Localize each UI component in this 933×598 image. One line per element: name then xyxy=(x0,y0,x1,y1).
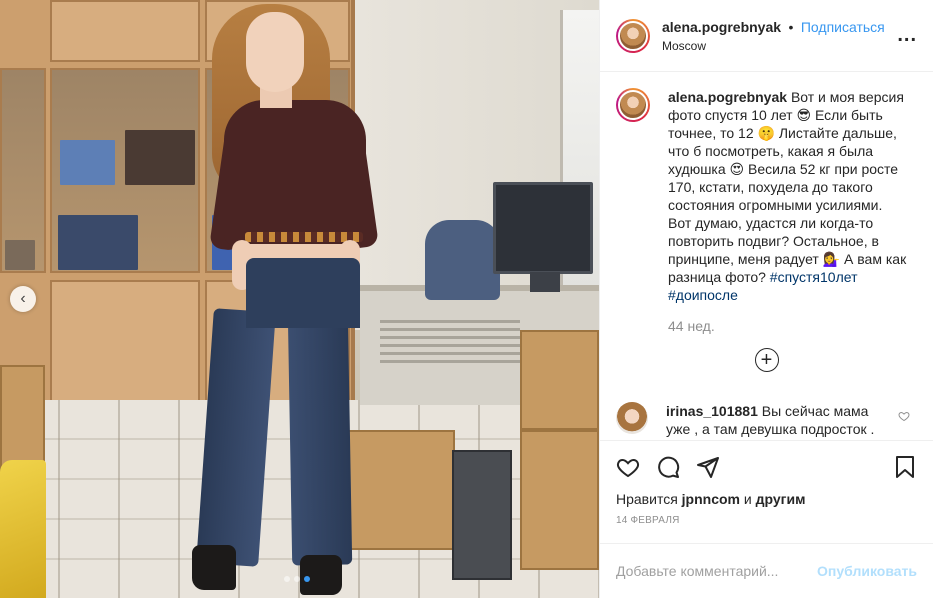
comment-icon[interactable] xyxy=(656,455,680,479)
action-bar xyxy=(616,441,917,479)
post-header: alena.pogrebnyak • Подписаться Moscow ..… xyxy=(600,0,933,72)
liker-username[interactable]: jpnncom xyxy=(682,491,740,507)
cabinet-door xyxy=(50,280,200,408)
post-age: 44 нед. xyxy=(668,318,715,334)
monitor-stand xyxy=(530,272,560,292)
caption-body: alena.pogrebnyak Вот и моя версия фото с… xyxy=(668,88,908,304)
caption: alena.pogrebnyak Вот и моя версия фото с… xyxy=(616,88,917,304)
person-jeans xyxy=(246,258,360,328)
monitor-on-floor xyxy=(452,450,512,580)
desk-vent xyxy=(380,320,520,365)
likes-connector: и xyxy=(743,491,752,507)
carousel-indicators xyxy=(284,576,310,582)
post-sidebar: alena.pogrebnyak • Подписаться Moscow ..… xyxy=(599,0,933,598)
cardboard-box xyxy=(520,330,599,430)
likes-prefix: Нравится xyxy=(616,491,678,507)
more-options-icon[interactable]: ... xyxy=(897,24,917,47)
commenter-username[interactable]: irinas_101881 xyxy=(666,403,758,419)
cardboard-box xyxy=(520,430,599,570)
post-actions: Нравится jpnncom и другим 14 ФЕВРАЛЯ xyxy=(600,440,933,526)
binder xyxy=(60,140,115,185)
computer-monitor xyxy=(493,182,593,274)
commenter-avatar[interactable] xyxy=(616,402,648,434)
office-chair xyxy=(425,220,500,300)
carousel-prev-button[interactable]: ‹ xyxy=(10,286,36,312)
likes-summary: Нравится jpnncom и другим xyxy=(616,491,917,507)
person-boot xyxy=(300,555,342,595)
cardboard-box xyxy=(340,430,455,550)
post-location[interactable]: Moscow xyxy=(662,39,897,53)
person-boot xyxy=(192,545,236,590)
person-leg xyxy=(287,309,353,566)
comment-input[interactable] xyxy=(616,563,818,579)
heart-icon[interactable] xyxy=(616,455,640,479)
cabinet-door xyxy=(50,0,200,62)
binders xyxy=(58,215,138,270)
publish-button[interactable]: Опубликовать xyxy=(817,563,917,579)
separator-dot: • xyxy=(788,18,794,35)
instagram-post: ‹ alena.pogrebnyak • Подписаться Moscow … xyxy=(0,0,933,598)
bookmark-icon[interactable] xyxy=(893,455,917,479)
plus-circle-icon: + xyxy=(760,349,773,371)
comment-like-icon[interactable] xyxy=(898,410,910,425)
post-date: 14 ФЕВРАЛЯ xyxy=(616,515,680,526)
author-avatar[interactable] xyxy=(616,18,650,53)
caption-username[interactable]: alena.pogrebnyak xyxy=(668,89,787,105)
caption-text: Вот и моя версия фото спустя 10 лет 😎 Ес… xyxy=(668,89,907,285)
chevron-left-icon: ‹ xyxy=(20,290,26,307)
post-photo[interactable]: ‹ xyxy=(0,0,599,598)
box-on-shelf xyxy=(125,130,195,185)
carousel-dot xyxy=(284,576,290,582)
carousel-dot-active xyxy=(304,576,310,582)
author-username[interactable]: alena.pogrebnyak xyxy=(662,19,781,35)
yellow-bag xyxy=(0,460,46,598)
follow-button[interactable]: Подписаться xyxy=(801,19,885,35)
person-face xyxy=(246,12,304,92)
comment-body: irinas_101881 Вы сейчас мама уже , а там… xyxy=(666,402,888,438)
share-icon[interactable] xyxy=(696,455,720,479)
comment-item: irinas_101881 Вы сейчас мама уже , а там… xyxy=(616,402,917,438)
hashtag-link[interactable]: #доипосле xyxy=(668,287,738,303)
likes-others-link[interactable]: другим xyxy=(756,491,806,507)
comments-section: alena.pogrebnyak Вот и моя версия фото с… xyxy=(600,72,933,440)
hashtag-link[interactable]: #спустя10лет xyxy=(770,269,858,285)
add-comment-bar: Опубликовать xyxy=(600,543,933,598)
carousel-dot xyxy=(294,576,300,582)
box-on-shelf xyxy=(5,240,35,270)
load-more-comments-button[interactable]: + xyxy=(754,348,779,372)
cardboard-box xyxy=(0,365,45,475)
person-top xyxy=(224,100,366,245)
author-avatar[interactable] xyxy=(616,88,650,122)
author-info: alena.pogrebnyak • Подписаться Moscow xyxy=(662,19,897,53)
